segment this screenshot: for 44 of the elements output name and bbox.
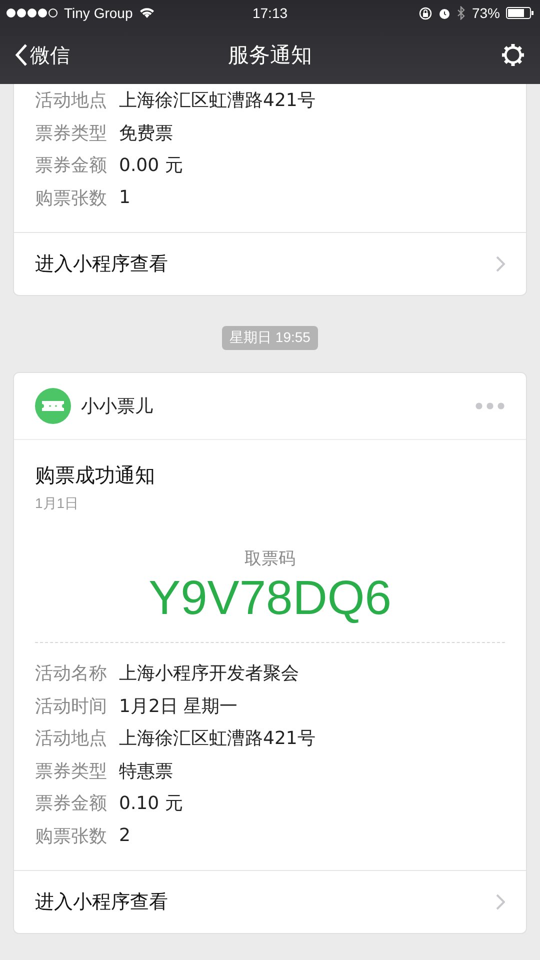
chevron-left-icon xyxy=(14,43,28,67)
field-value: 上海小程序开发者聚会 xyxy=(119,662,299,686)
field-value: 1 xyxy=(119,187,130,208)
settings-icon[interactable] xyxy=(500,42,526,68)
field-label: 票券类型 xyxy=(35,760,107,783)
signal-icon xyxy=(6,8,58,18)
field-value: 上海徐汇区虹漕路421号 xyxy=(119,89,316,112)
field-value: 免费票 xyxy=(119,122,173,145)
field-value: 2 xyxy=(119,825,130,846)
field-label: 活动名称 xyxy=(35,662,107,686)
ticket-icon xyxy=(35,388,71,424)
battery-icon xyxy=(506,7,534,19)
field-label: 票券金额 xyxy=(35,792,107,816)
carrier-name: Tiny Group xyxy=(64,5,133,21)
field-label: 活动地点 xyxy=(35,89,107,112)
field-value: 0.00 元 xyxy=(119,154,183,178)
page-title: 服务通知 xyxy=(227,42,313,69)
app-name: 小小票儿 xyxy=(81,395,154,418)
battery-percent: 73% xyxy=(472,5,500,21)
field-value: 1月2日 星期一 xyxy=(119,694,238,718)
message-date: 1月1日 xyxy=(35,495,80,513)
field-value: 上海徐汇区虹漕路421号 xyxy=(119,727,316,750)
open-mini-program-link[interactable]: 进入小程序查看 xyxy=(14,870,526,933)
field-label: 票券类型 xyxy=(35,122,107,145)
open-mini-program-link[interactable]: 进入小程序查看 xyxy=(14,232,526,295)
field-value: 0.10 元 xyxy=(119,792,183,816)
field-value: 特惠票 xyxy=(119,760,173,783)
code-label: 取票码 xyxy=(244,548,296,570)
field-label: 票券金额 xyxy=(35,154,107,178)
back-link[interactable]: 微信 xyxy=(14,42,70,68)
timestamp: 星期日 19:55 xyxy=(222,326,318,350)
alarm-icon xyxy=(438,6,451,20)
chevron-right-icon xyxy=(495,256,505,272)
field-label: 购票张数 xyxy=(35,824,107,848)
rotation-lock-icon xyxy=(418,6,432,20)
field-label: 活动时间 xyxy=(35,694,107,718)
ticket-code: Y9V78DQ6 xyxy=(148,571,392,627)
field-label: 活动地点 xyxy=(35,727,107,750)
status-time: 17:13 xyxy=(252,5,288,21)
chevron-right-icon xyxy=(495,894,505,910)
message-title: 购票成功通知 xyxy=(35,462,156,489)
field-label: 购票张数 xyxy=(35,186,107,210)
wifi-icon xyxy=(138,7,155,19)
bluetooth-icon xyxy=(456,6,466,20)
